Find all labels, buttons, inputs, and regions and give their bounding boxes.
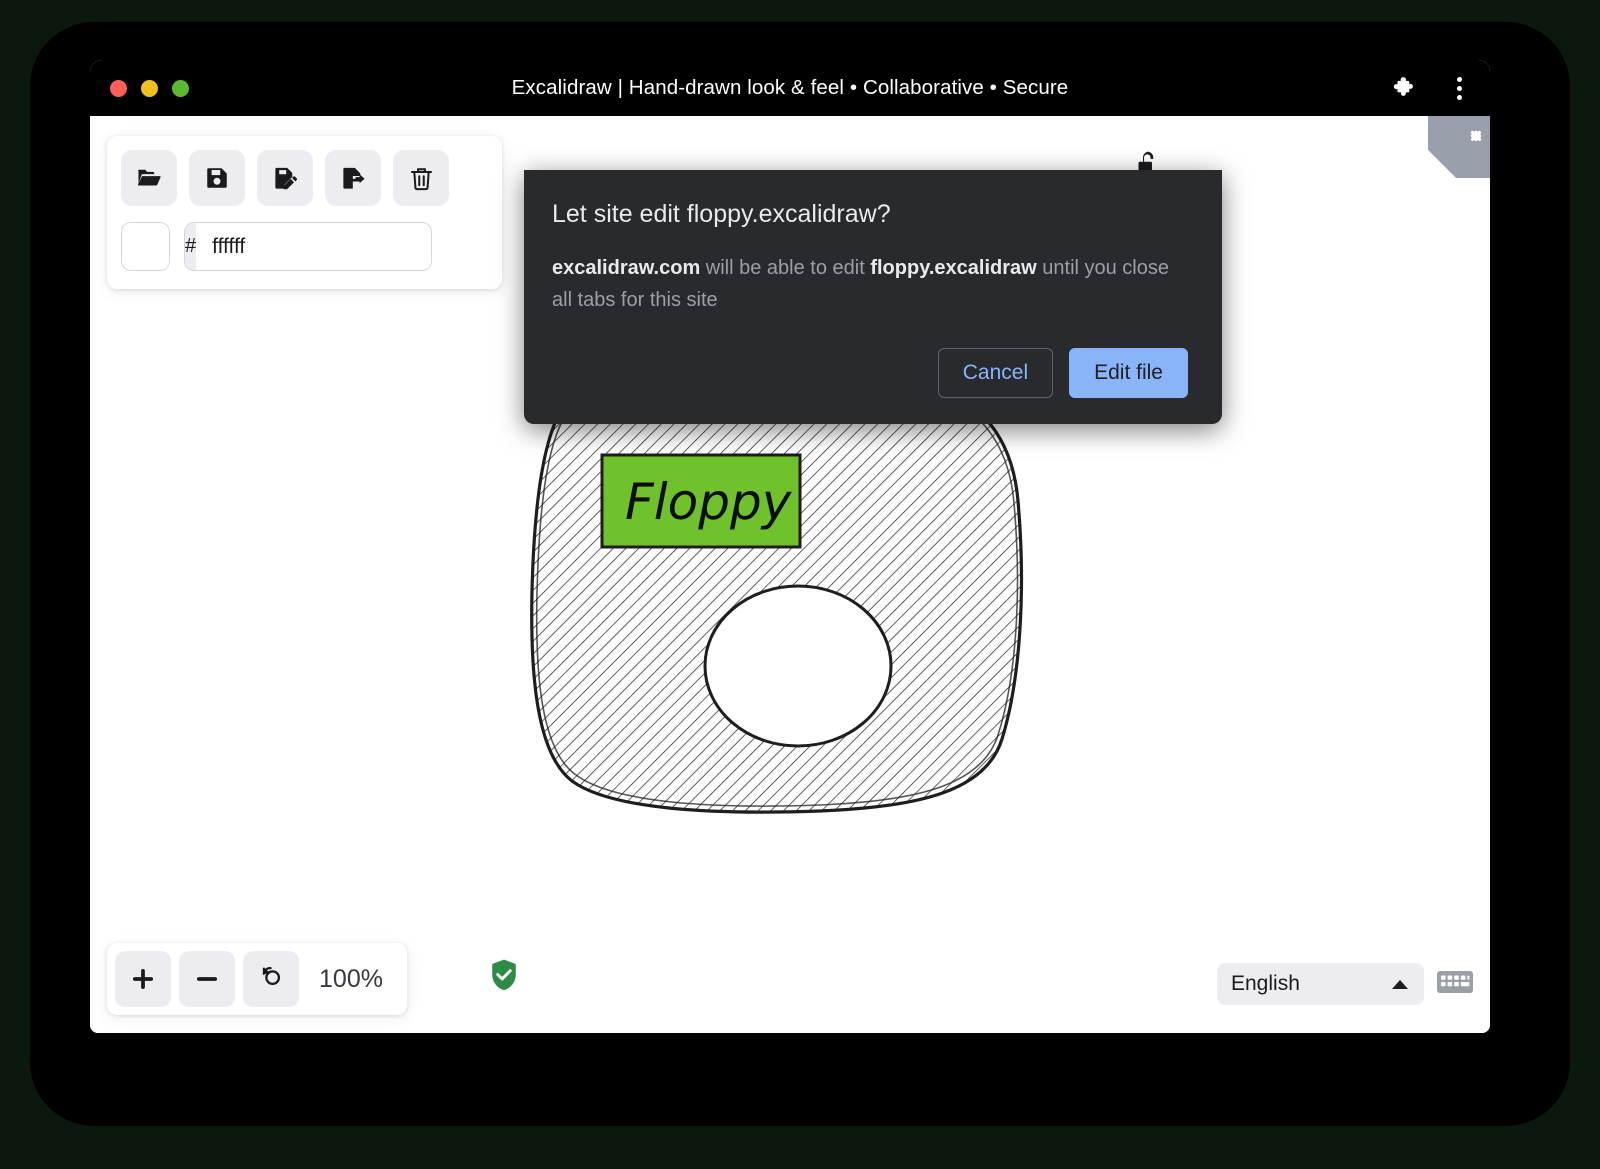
magnifier-reset-icon bbox=[258, 963, 285, 995]
language-controls: English bbox=[1217, 963, 1474, 1005]
export-file-button[interactable] bbox=[325, 150, 381, 206]
minimize-window-button[interactable] bbox=[141, 80, 158, 97]
floppy-label-text: Floppy bbox=[625, 473, 793, 531]
left-tool-panel: # bbox=[107, 136, 502, 289]
window-traffic-lights bbox=[110, 80, 189, 97]
folder-open-icon bbox=[135, 164, 163, 192]
color-swatch-button[interactable] bbox=[121, 222, 170, 271]
file-pencil-icon bbox=[272, 165, 299, 192]
language-select[interactable]: English bbox=[1217, 963, 1424, 1005]
green-shield-check-icon bbox=[488, 958, 520, 997]
corner-ribbon[interactable] bbox=[1428, 116, 1490, 178]
zoom-level-value[interactable]: 100% bbox=[307, 965, 399, 994]
open-file-button[interactable] bbox=[121, 150, 177, 206]
corner-ribbon-triangle bbox=[1428, 116, 1490, 178]
zoom-controls-panel: 100% bbox=[107, 943, 407, 1015]
save-file-button[interactable] bbox=[189, 150, 245, 206]
floppy-label: Floppy bbox=[602, 455, 800, 547]
floppy-hub bbox=[705, 586, 891, 746]
hex-color-input[interactable] bbox=[196, 223, 432, 270]
save-as-file-button[interactable] bbox=[257, 150, 313, 206]
dialog-text-mid: will be able to edit bbox=[700, 257, 870, 279]
edit-file-button[interactable]: Edit file bbox=[1069, 348, 1188, 398]
file-permission-dialog: Let site edit floppy.excalidraw? excalid… bbox=[524, 170, 1222, 424]
language-selected-label: English bbox=[1231, 972, 1300, 996]
floppy-save-icon bbox=[204, 165, 230, 191]
hex-prefix-label: # bbox=[185, 223, 196, 270]
dialog-title: Let site edit floppy.excalidraw? bbox=[552, 200, 1188, 229]
file-export-icon bbox=[340, 165, 367, 192]
hex-color-field[interactable]: # bbox=[184, 222, 432, 271]
dialog-origin: excalidraw.com bbox=[552, 257, 700, 279]
close-window-button[interactable] bbox=[110, 80, 127, 97]
browser-title-bar: Excalidraw | Hand-drawn look & feel • Co… bbox=[90, 60, 1490, 116]
cancel-button[interactable]: Cancel bbox=[938, 348, 1053, 398]
reset-zoom-button[interactable] bbox=[243, 951, 299, 1007]
dialog-message: excalidraw.com will be able to edit flop… bbox=[552, 253, 1188, 316]
delete-canvas-button[interactable] bbox=[393, 150, 449, 206]
maximize-window-button[interactable] bbox=[172, 80, 189, 97]
zoom-in-button[interactable] bbox=[115, 951, 171, 1007]
browser-window: Excalidraw | Hand-drawn look & feel • Co… bbox=[90, 60, 1490, 1033]
titlebar-actions bbox=[1388, 71, 1476, 105]
background-color-row: # bbox=[121, 222, 488, 271]
floppy-disk-drawing[interactable]: Floppy bbox=[520, 361, 1040, 826]
kebab-menu-icon[interactable] bbox=[1442, 71, 1476, 105]
trash-icon bbox=[408, 165, 435, 192]
dialog-actions: Cancel Edit file bbox=[552, 348, 1188, 398]
dialog-filename: floppy.excalidraw bbox=[870, 257, 1036, 279]
file-actions-row bbox=[121, 150, 488, 206]
keyboard-icon[interactable] bbox=[1436, 968, 1474, 1001]
page-title: Excalidraw | Hand-drawn look & feel • Co… bbox=[90, 76, 1490, 100]
chevron-up-icon bbox=[1392, 980, 1408, 989]
zoom-out-button[interactable] bbox=[179, 951, 235, 1007]
puzzle-piece-icon[interactable] bbox=[1388, 71, 1422, 105]
